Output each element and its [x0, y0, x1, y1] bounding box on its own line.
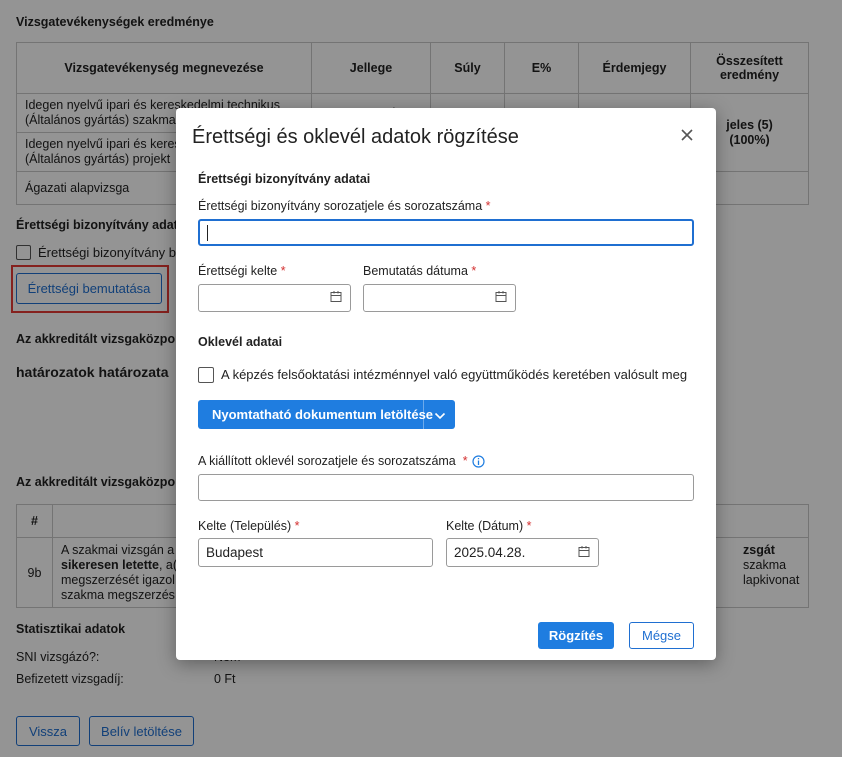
matura-diploma-dialog: Érettségi és oklevél adatok rögzítése Ér…: [176, 108, 716, 660]
dialog-title: Érettségi és oklevél adatok rögzítése: [192, 126, 519, 148]
matura-date-label: Érettségi kelte *: [198, 264, 286, 278]
calendar-icon[interactable]: [578, 545, 590, 560]
info-icon[interactable]: [471, 454, 485, 468]
cancel-button[interactable]: Mégse: [629, 622, 694, 649]
place-label: Kelte (Település) *: [198, 519, 300, 533]
diploma-serial-label: A kiállított oklevél sorozatjele és soro…: [198, 454, 485, 468]
close-icon[interactable]: [678, 126, 696, 144]
issue-date-label: Kelte (Dátum) *: [446, 519, 532, 533]
higher-ed-checkbox-label: A képzés felsőoktatási intézménnyel való…: [221, 367, 688, 382]
matura-section-heading: Érettségi bizonyítvány adatai: [198, 172, 371, 186]
presentation-date-input[interactable]: [363, 284, 516, 312]
diploma-section-heading: Oklevél adatai: [198, 335, 283, 349]
print-document-button[interactable]: Nyomtatható dokumentum letöltése: [198, 400, 455, 429]
place-input[interactable]: Budapest: [198, 538, 433, 567]
higher-ed-checkbox[interactable]: [198, 367, 214, 383]
serial-input[interactable]: [198, 219, 694, 246]
issue-date-input[interactable]: 2025.04.28.: [446, 538, 599, 567]
serial-label: Érettségi bizonyítvány sorozatjele és so…: [198, 199, 491, 213]
presentation-date-label: Bemutatás dátuma *: [363, 264, 477, 278]
calendar-icon[interactable]: [495, 291, 507, 306]
diploma-serial-input[interactable]: [198, 474, 694, 501]
matura-date-input[interactable]: [198, 284, 351, 312]
calendar-icon[interactable]: [330, 291, 342, 306]
chevron-down-icon: [434, 409, 446, 424]
save-button[interactable]: Rögzítés: [538, 622, 614, 649]
text-cursor: [207, 224, 208, 241]
